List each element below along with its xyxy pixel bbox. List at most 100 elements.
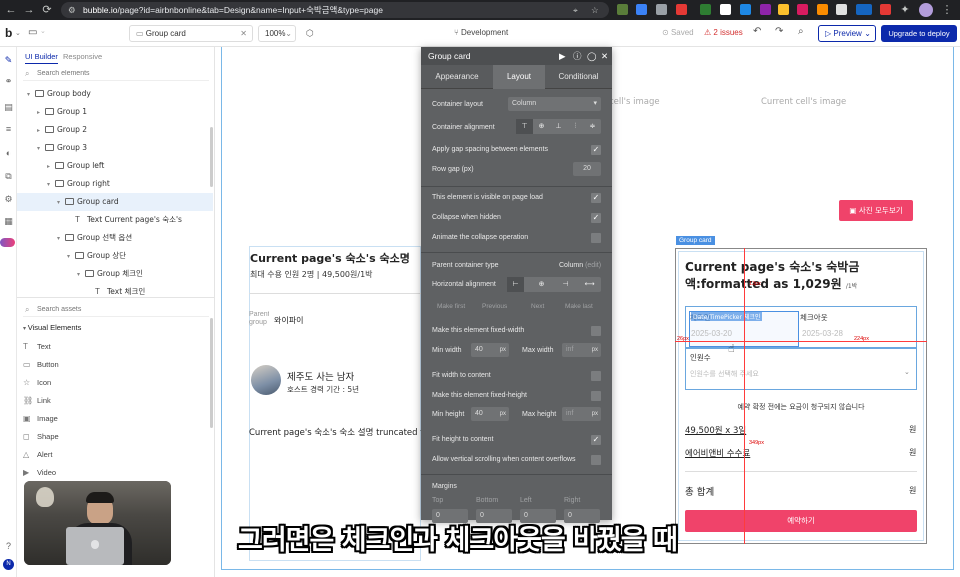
- logs-chart-icon[interactable]: ▦: [3, 216, 14, 227]
- tab-layout[interactable]: Layout: [493, 65, 545, 89]
- extension-icon[interactable]: [676, 4, 687, 15]
- cube-icon[interactable]: ⬡: [306, 28, 314, 39]
- extension-icon[interactable]: [740, 4, 751, 15]
- align-left-icon[interactable]: ⊢: [507, 277, 524, 292]
- download-icon[interactable]: [760, 4, 771, 15]
- chevron-down-icon[interactable]: ⌄: [904, 368, 910, 376]
- tree-item[interactable]: ▾ Group 체크인: [17, 265, 213, 283]
- previous-button[interactable]: Previous: [482, 303, 507, 310]
- comment-icon[interactable]: ◯: [587, 47, 597, 65]
- ai-assistant-icon[interactable]: [0, 238, 15, 247]
- chevron-icon[interactable]: ▾: [27, 86, 35, 104]
- notifications-icon[interactable]: N: [3, 559, 14, 570]
- browser-menu-icon[interactable]: ⋮: [940, 3, 954, 17]
- asset-item-video[interactable]: ▶ Video: [23, 464, 56, 482]
- workflow-icon[interactable]: ⚭: [3, 76, 14, 87]
- asset-search[interactable]: ⌕: [23, 303, 209, 317]
- site-info-icon[interactable]: ⚙: [68, 2, 76, 18]
- tree-item[interactable]: T Text Current page's 숙소's: [17, 211, 213, 229]
- play-icon[interactable]: ▶: [559, 47, 566, 65]
- extension-icon[interactable]: [700, 4, 711, 15]
- chevron-icon[interactable]: ▸: [37, 104, 45, 122]
- property-editor-header[interactable]: Group card ▶ ⓘ ◯ ✕: [421, 47, 612, 65]
- next-button[interactable]: Next: [531, 303, 544, 310]
- fixed-width-checkbox[interactable]: [591, 326, 601, 336]
- row-gap-input[interactable]: 20: [573, 162, 601, 176]
- issues-button[interactable]: ⚠ 2 issues: [704, 28, 743, 37]
- back-icon[interactable]: ←: [4, 3, 18, 17]
- align-spread-icon[interactable]: ⫶: [567, 119, 584, 134]
- assets-scrollbar[interactable]: [210, 318, 213, 428]
- align-hcenter-icon[interactable]: ⊕: [533, 277, 550, 292]
- branch-selector[interactable]: ⑂ Development: [454, 28, 508, 37]
- margin-top-input[interactable]: 0: [432, 509, 468, 523]
- zoom-selector[interactable]: 100% ⌄: [258, 25, 296, 42]
- profile-avatar[interactable]: [919, 3, 933, 17]
- redo-icon[interactable]: ↷: [775, 26, 783, 37]
- asset-search-input[interactable]: [37, 303, 197, 316]
- extension-icon[interactable]: [836, 4, 847, 15]
- make-last-button[interactable]: Make last: [565, 303, 593, 310]
- gap-checkbox[interactable]: ✓: [591, 145, 601, 155]
- asset-item-link[interactable]: ⛓ Link: [23, 392, 51, 410]
- visual-elements-section[interactable]: ▾ Visual Elements: [23, 323, 81, 332]
- extension-icon[interactable]: [797, 4, 808, 15]
- timer-extension-icon[interactable]: [856, 4, 872, 15]
- extension-icon[interactable]: [817, 4, 828, 15]
- tree-item[interactable]: ▾ Group 선택 옵션: [17, 229, 213, 247]
- styles-palette-icon[interactable]: ◐: [3, 148, 14, 159]
- element-search[interactable]: ⌕: [23, 67, 209, 81]
- tree-item[interactable]: ▾ Group body: [17, 85, 213, 103]
- chevron-icon[interactable]: ▸: [37, 122, 45, 140]
- info-icon[interactable]: ⓘ: [573, 47, 582, 65]
- fixed-height-checkbox[interactable]: [591, 391, 601, 401]
- horizontal-alignment-control[interactable]: ⊢ ⊕ ⊣ ⟷: [507, 277, 601, 292]
- align-center-icon[interactable]: ⊕: [533, 119, 550, 134]
- reload-icon[interactable]: ⟳: [40, 3, 54, 17]
- chevron-icon[interactable]: ▾: [67, 248, 75, 266]
- vertical-scroll-checkbox[interactable]: [591, 455, 601, 465]
- page-selector[interactable]: ⌄: [40, 27, 120, 39]
- help-icon[interactable]: ?: [3, 541, 14, 552]
- visible-checkbox[interactable]: ✓: [591, 193, 601, 203]
- align-right-icon[interactable]: ⊣: [557, 277, 574, 292]
- guests-dropdown[interactable]: 인원수를 선택해 주세요: [690, 369, 759, 379]
- min-height-input[interactable]: 40 px: [471, 407, 509, 421]
- asset-item-text[interactable]: T Text: [23, 338, 51, 356]
- tab-ui-builder[interactable]: UI Builder: [25, 52, 58, 64]
- plugins-icon[interactable]: ⧉: [3, 171, 14, 182]
- data-table-icon[interactable]: ▤: [3, 102, 14, 113]
- align-stretch-icon[interactable]: ⟷: [581, 277, 598, 292]
- page-file-icon[interactable]: ▭: [28, 27, 37, 38]
- chevron-icon[interactable]: ▾: [37, 140, 45, 158]
- chevron-icon[interactable]: ▾: [77, 266, 85, 284]
- asset-item-button[interactable]: ▭ Button: [23, 356, 59, 374]
- search-icon[interactable]: ⌕: [798, 26, 804, 37]
- margin-right-input[interactable]: 0: [564, 509, 600, 523]
- element-search-input[interactable]: [37, 67, 197, 80]
- bookmark-star-icon[interactable]: ☆: [591, 2, 599, 18]
- camera-extension-icon[interactable]: [656, 4, 667, 15]
- forward-icon[interactable]: →: [22, 3, 36, 17]
- tree-item[interactable]: ▾ Group right: [17, 175, 213, 193]
- align-justify-icon[interactable]: ≑: [584, 119, 601, 134]
- animate-checkbox[interactable]: [591, 233, 601, 243]
- margin-left-input[interactable]: 0: [520, 509, 556, 523]
- settings-gear-icon[interactable]: ⚙: [3, 194, 14, 205]
- tree-item[interactable]: ▾ Group 상단: [17, 247, 213, 265]
- make-first-button[interactable]: Make first: [437, 303, 465, 310]
- tab-appearance[interactable]: Appearance: [421, 65, 493, 89]
- tree-item[interactable]: ▸ Group 1: [17, 103, 213, 121]
- chevron-icon[interactable]: ▸: [47, 158, 55, 176]
- bubble-logo[interactable]: b: [5, 26, 12, 40]
- close-icon[interactable]: ✕: [240, 26, 247, 41]
- chevron-icon[interactable]: ▾: [57, 194, 65, 212]
- fit-width-checkbox[interactable]: [591, 371, 601, 381]
- align-bottom-icon[interactable]: ⊥: [550, 119, 567, 134]
- tree-item[interactable]: ▾ Group card: [17, 193, 213, 211]
- preview-button[interactable]: ▷ Preview ⌄: [818, 25, 876, 42]
- extension-icon[interactable]: [880, 4, 891, 15]
- location-icon[interactable]: ⌖: [573, 2, 578, 18]
- undo-icon[interactable]: ↶: [753, 26, 761, 37]
- extension-icon[interactable]: [720, 4, 731, 15]
